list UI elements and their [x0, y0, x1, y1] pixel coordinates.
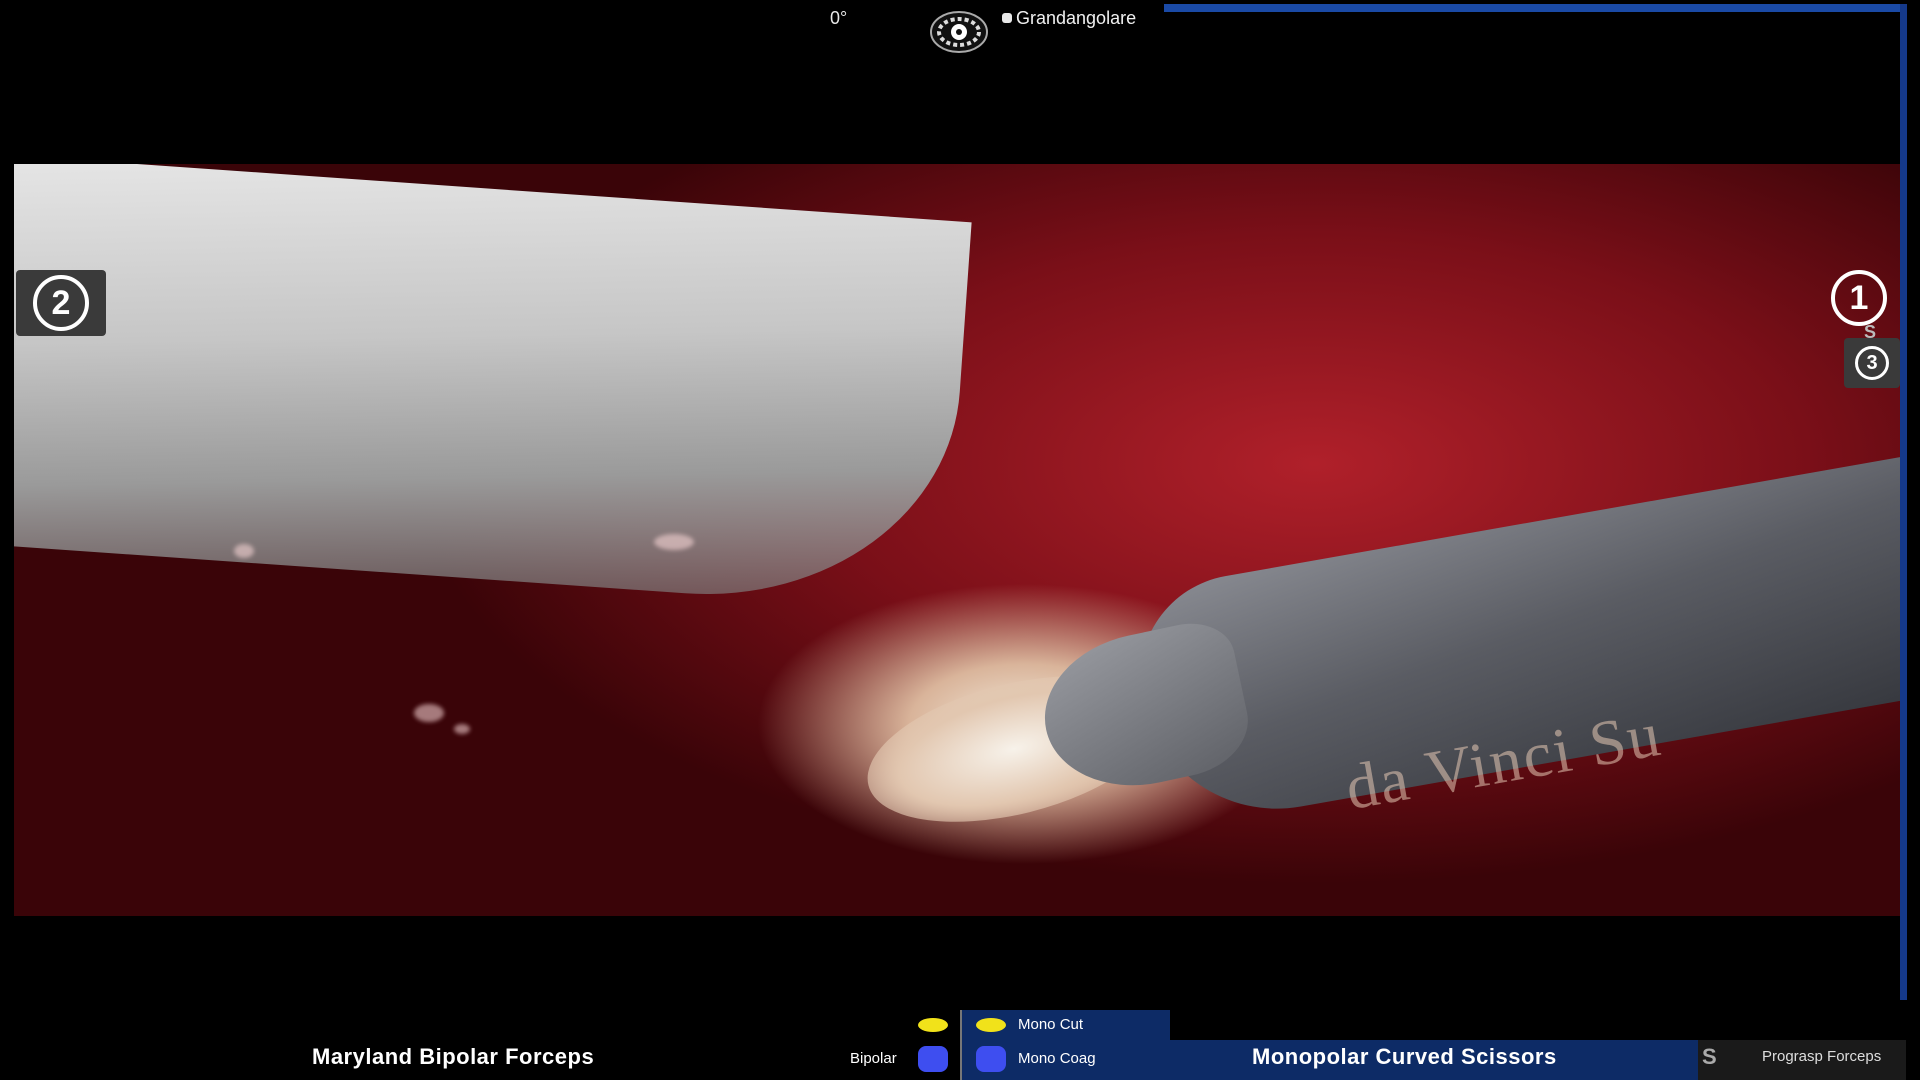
tissue-glint — [454, 724, 470, 734]
camera-mode-dot-icon — [1002, 13, 1012, 23]
bipolar-cut-pedal-indicator — [918, 1018, 948, 1032]
right-instrument-label: Monopolar Curved Scissors — [1252, 1044, 1557, 1069]
arm-3-badge: 3 — [1844, 338, 1900, 388]
mono-coag-label: Mono Coag — [1018, 1050, 1096, 1067]
endoscope-camera-icon — [928, 8, 990, 56]
camera-mode-label: Grandangolare — [1016, 7, 1137, 28]
third-arm-marker: S — [1702, 1044, 1717, 1069]
third-instrument-label: Prograsp Forceps — [1762, 1048, 1882, 1065]
mono-cut-label: Mono Cut — [1018, 1016, 1084, 1033]
arm-2-badge: 2 — [16, 270, 106, 336]
scope-angle: 0° — [830, 8, 848, 28]
arm-1-badge: 1 — [1826, 270, 1892, 326]
active-arm-indicator-line — [1164, 4, 1906, 12]
tissue-glint — [234, 544, 254, 558]
active-arm-indicator-edge — [1900, 4, 1907, 1080]
arm-1-number: 1 — [1831, 270, 1887, 326]
endoscope-video-feed: da Vinci Su — [14, 164, 1900, 916]
arm-3-number: 3 — [1855, 346, 1889, 380]
mono-cut-pedal-indicator — [976, 1018, 1006, 1032]
arm-2-number: 2 — [33, 275, 89, 331]
left-instrument-label: Maryland Bipolar Forceps — [312, 1044, 595, 1069]
camera-mode: Grandangolare — [1002, 6, 1136, 30]
bipolar-coag-pedal-indicator — [918, 1046, 948, 1072]
tissue-glint — [414, 704, 444, 722]
left-instrument-shaft — [14, 164, 972, 612]
mono-coag-pedal-indicator — [976, 1046, 1006, 1072]
tissue-glint — [654, 534, 694, 550]
bipolar-label: Bipolar — [850, 1050, 897, 1067]
